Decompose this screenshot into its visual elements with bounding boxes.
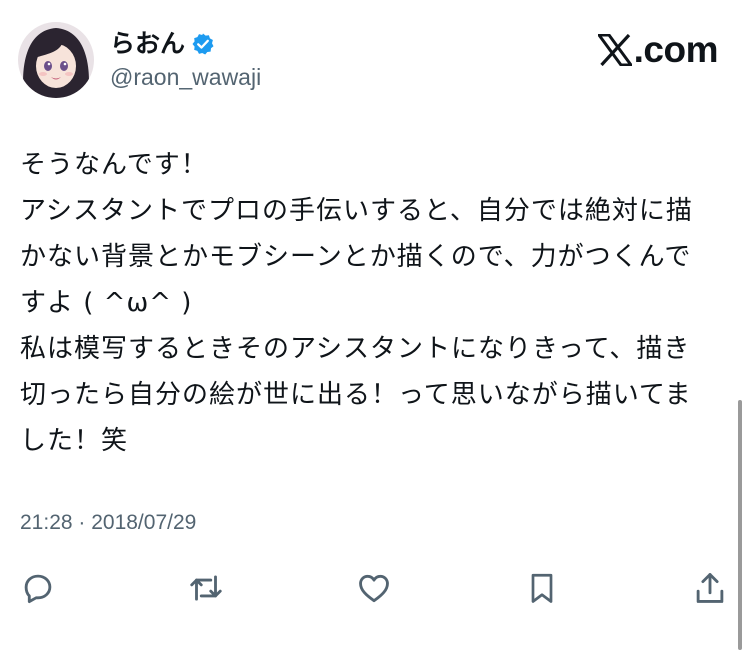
bookmark-button[interactable] (520, 566, 564, 610)
tweet-line: そうなんです！ (20, 150, 208, 180)
tweet-line: 私は模写するときそのアシスタントになりきって、描き (20, 334, 691, 364)
brand-mark: .com (597, 29, 719, 70)
verified-badge-icon (191, 32, 215, 56)
author-handle[interactable]: @raon_wawaji (110, 62, 261, 92)
tweet-line: かない背景とかモブシーンとか描くので、力がつくんで (20, 242, 692, 272)
tweet-line: すよ ( ^ω^ ) (20, 288, 193, 318)
retweet-icon (186, 569, 226, 607)
avatar-image (18, 22, 94, 98)
tweet-text: そうなんです！ アシスタントでプロの手伝いすると、自分では絶対に描 かない背景と… (20, 142, 732, 464)
share-button[interactable] (688, 566, 732, 610)
x-logo-icon (597, 34, 632, 66)
retweet-button[interactable] (184, 566, 228, 610)
tweet-line: アシスタントでプロの手伝いすると、自分では絶対に描 (20, 196, 693, 226)
tweet-timestamp[interactable]: 21:28 · 2018/07/29 (20, 508, 196, 538)
tweet-actions (0, 566, 750, 610)
avatar[interactable] (18, 22, 94, 98)
heart-icon (355, 569, 393, 607)
bookmark-icon (524, 568, 560, 608)
tweet-line: 切ったら自分の絵が世に出る！って思いながら描いてま (20, 380, 692, 410)
like-button[interactable] (352, 566, 396, 610)
brand-domain-text: .com (633, 29, 719, 70)
reply-icon (19, 569, 57, 607)
author-display-name[interactable]: らおん (110, 28, 185, 60)
share-icon (691, 568, 729, 608)
reply-button[interactable] (16, 566, 60, 610)
author-name-row: らおん (110, 28, 215, 60)
tweet-line: した！笑 (20, 426, 129, 456)
scrollbar[interactable] (738, 400, 742, 650)
